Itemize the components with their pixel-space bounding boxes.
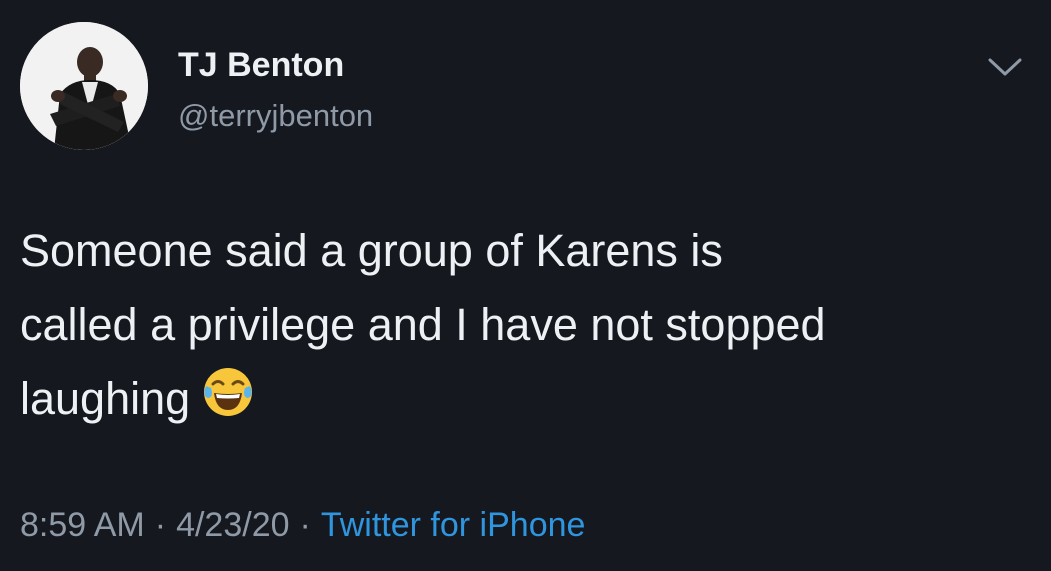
tears-of-joy-emoji-icon bbox=[200, 364, 256, 420]
tweet-time[interactable]: 8:59 AM bbox=[20, 506, 145, 544]
tweet-meta: 8:59 AM · 4/23/20 · Twitter for iPhone bbox=[20, 506, 585, 545]
avatar-image bbox=[20, 22, 148, 150]
avatar[interactable] bbox=[20, 22, 148, 150]
tweet-date[interactable]: 4/23/20 bbox=[176, 506, 289, 544]
tweet-text-line-last: laughing bbox=[20, 362, 1035, 436]
tweet-text-line: called a privilege and I have not stoppe… bbox=[20, 299, 826, 350]
meta-separator: · bbox=[154, 506, 167, 544]
chevron-down-icon[interactable] bbox=[982, 52, 1028, 82]
tweet-text-line: laughing bbox=[20, 373, 191, 424]
user-handle[interactable]: @terryjbenton bbox=[178, 98, 373, 134]
tweet-card: TJ Benton @terryjbenton Someone said a g… bbox=[0, 0, 1051, 571]
meta-separator: · bbox=[299, 506, 311, 544]
user-display-name[interactable]: TJ Benton bbox=[178, 46, 344, 85]
tweet-text: Someone said a group of Karens is called… bbox=[20, 214, 1035, 436]
tweet-text-line: Someone said a group of Karens is bbox=[20, 225, 723, 276]
tweet-source-link[interactable]: Twitter for iPhone bbox=[321, 506, 586, 544]
